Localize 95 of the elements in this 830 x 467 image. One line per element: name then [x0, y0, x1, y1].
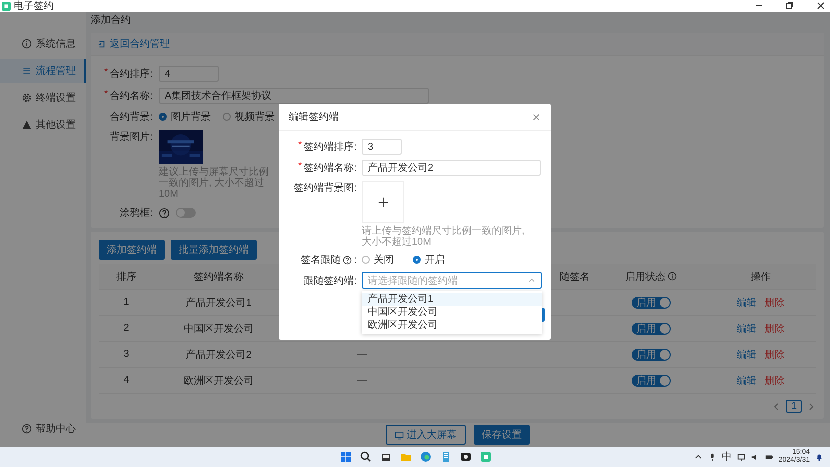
save-button[interactable]: 保存设置 [474, 425, 530, 445]
table-cell-text: — [356, 375, 368, 386]
toggle-switch[interactable]: 启用 [632, 296, 670, 308]
name-field[interactable]: 产品开发公司2 [362, 160, 541, 176]
field-label: 背景图片: [109, 130, 153, 144]
sidebar-item[interactable]: 帮助中心 [0, 417, 86, 441]
info-icon [22, 39, 32, 49]
settings-icon [22, 93, 32, 103]
sidebar-item[interactable]: 系统信息 [0, 32, 86, 56]
sidebar-item[interactable]: 其他设置 [0, 113, 86, 137]
back-icon [97, 40, 106, 48]
radio-option[interactable]: 开启 [413, 253, 445, 267]
radio-option[interactable]: 视频背景 [223, 110, 275, 124]
select-field[interactable]: 请选择跟随的签约端 [362, 272, 542, 289]
field-label: 签名跟随 [301, 254, 342, 267]
plus-icon [378, 196, 388, 208]
network-icon[interactable] [736, 452, 746, 462]
window-title: 电子签约 [14, 0, 54, 12]
dropdown-option[interactable]: 产品开发公司1 [362, 293, 542, 306]
table-cell-text: 2 [122, 323, 130, 334]
upload-hint: 建议上传与屏幕尺寸比例一致的图片, 大小不超过10M [159, 167, 270, 200]
required-mark: * [104, 67, 108, 80]
table-cell-text: 产品开发公司2 [185, 348, 253, 362]
required-mark: * [298, 161, 302, 174]
edit-link[interactable]: 编辑 [737, 296, 757, 310]
column-header: 随签名 [560, 270, 590, 284]
edit-link[interactable]: 编辑 [737, 348, 757, 362]
add-button[interactable]: 批量添加签约端 [171, 240, 257, 260]
camera-icon[interactable] [460, 451, 472, 463]
table-cell-text: 4 [122, 375, 130, 386]
column-header: 启用状态 [626, 270, 666, 284]
add-button[interactable]: 添加签约端 [99, 240, 165, 260]
colon: : [354, 254, 357, 266]
battery-icon[interactable] [764, 452, 774, 462]
edit-link[interactable]: 编辑 [737, 374, 757, 388]
upload-hint: 请上传与签约端尺寸比例一致的图片, 大小不超过10M [362, 226, 526, 248]
fullscreen-button[interactable]: 进入大屏幕 [386, 425, 466, 445]
list-icon [22, 66, 32, 76]
dropdown-option[interactable]: 欧洲区开发公司 [362, 319, 542, 332]
toggle-switch[interactable]: 启用 [632, 322, 670, 334]
toggle-switch[interactable]: 启用 [632, 348, 670, 360]
bell-icon[interactable] [815, 452, 824, 462]
toggle-switch[interactable] [176, 208, 196, 218]
dropdown-option[interactable]: 中国区开发公司 [362, 306, 542, 319]
search-icon[interactable] [360, 451, 372, 463]
back-link[interactable]: 返回合约管理 [110, 37, 170, 51]
table-cell-text: 产品开发公司1 [185, 296, 253, 310]
table-cell-text: 1 [122, 297, 130, 308]
page-button[interactable]: 1 [786, 400, 802, 413]
table-cell-text: 3 [122, 349, 130, 360]
table-cell-text: 中国区开发公司 [183, 322, 255, 336]
browser-icon[interactable] [420, 451, 432, 463]
monitor-icon [395, 430, 404, 440]
close-icon[interactable] [816, 1, 826, 11]
restore-icon[interactable] [785, 1, 795, 11]
required-mark: * [298, 140, 302, 153]
sidebar-item[interactable]: 终端设置 [0, 86, 86, 110]
delete-link[interactable]: 删除 [765, 296, 785, 310]
delete-link[interactable]: 删除 [765, 322, 785, 336]
field-label: 跟随签约端: [303, 274, 357, 288]
sidebar-item[interactable]: 流程管理 [0, 59, 86, 83]
column-header: 操作 [750, 270, 772, 284]
delete-link[interactable]: 删除 [765, 348, 785, 362]
order-field[interactable]: 4 [159, 66, 219, 82]
name-field[interactable]: A集团技术合作框架协议 [159, 88, 429, 104]
order-field[interactable]: 3 [362, 139, 402, 155]
input-method-indicator[interactable]: 中 [722, 450, 732, 464]
help-icon [159, 208, 170, 218]
warning-icon [22, 120, 32, 130]
field-label: 签约端背景图: [293, 182, 357, 195]
toggle-switch[interactable]: 启用 [632, 374, 670, 386]
help-icon [22, 424, 32, 434]
column-header: 签约端名称 [193, 270, 245, 284]
caret-icon [528, 276, 536, 284]
windows-icon[interactable] [340, 451, 352, 463]
chevron-up-icon[interactable] [694, 452, 703, 462]
column-header: 排序 [116, 270, 138, 284]
field-label: 签约端名称: [304, 162, 357, 175]
radio-option[interactable]: 图片背景 [159, 110, 211, 124]
field-label: 签约端排序: [304, 140, 357, 154]
window-icon[interactable] [380, 451, 392, 463]
radio-option[interactable]: 关闭 [362, 253, 394, 267]
breadcrumb: 添加合约 [91, 14, 132, 28]
notepad-icon[interactable] [440, 451, 452, 463]
delete-link[interactable]: 删除 [765, 374, 785, 388]
field-label: 合约背景: [109, 110, 153, 124]
dialog-title: 编辑签约端 [289, 110, 339, 124]
help-icon [343, 256, 352, 264]
field-label: 涂鸦框: [119, 206, 153, 220]
field-label: 合约排序: [110, 68, 153, 81]
field-label: 合约名称: [110, 90, 153, 103]
table-cell-text: 欧洲区开发公司 [183, 374, 255, 388]
required-mark: * [104, 89, 108, 102]
edit-link[interactable]: 编辑 [737, 322, 757, 336]
table-cell-text: — [356, 349, 368, 360]
